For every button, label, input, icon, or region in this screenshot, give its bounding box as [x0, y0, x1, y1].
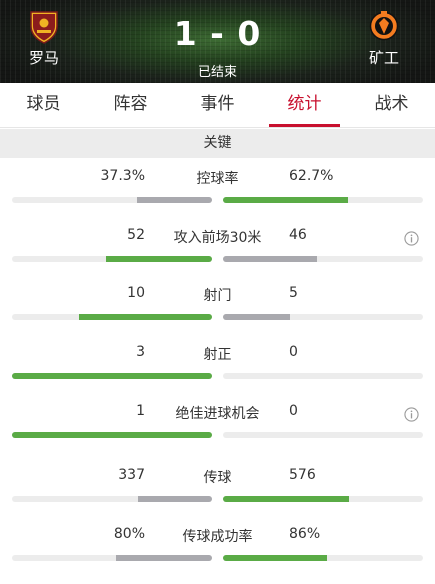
home-stat-bar-track: [12, 555, 212, 561]
stat-label: 射正: [203, 347, 232, 363]
stat-row: 80% 传球成功率 86%: [0, 518, 435, 576]
stat-row: 1 绝佳进球机会 0: [0, 395, 435, 453]
away-stat-bar-track: [223, 197, 423, 203]
stat-home-value: 1: [136, 403, 145, 419]
away-stat-bar-track: [223, 496, 423, 502]
home-stat-bar: [78, 314, 212, 320]
away-stat-bar-track: [223, 373, 423, 379]
home-stat-bar: [12, 373, 212, 379]
home-stat-bar: [106, 256, 212, 262]
away-team-name: 矿工: [368, 49, 399, 67]
stat-label: 控球率: [196, 171, 239, 187]
home-stat-bar-track: [12, 373, 212, 379]
tab-stats[interactable]: 统计: [261, 83, 348, 127]
stat-row: 3 射正 0: [0, 336, 435, 394]
tab-tactics[interactable]: 战术: [348, 83, 435, 127]
stat-away-value: 86%: [289, 526, 321, 542]
stat-row: 37.3% 控球率 62.7%: [0, 160, 435, 218]
shakhtar-crest-icon: [369, 11, 399, 41]
away-stat-bar: [223, 197, 349, 203]
info-icon[interactable]: [404, 231, 419, 246]
stat-away-value: 576: [289, 467, 316, 483]
home-stat-bar: [138, 496, 212, 502]
away-stat-bar-track: [223, 432, 423, 438]
stat-home-value: 3: [136, 344, 145, 360]
tab-bar: 球员 阵容 事件 统计 战术: [0, 83, 435, 128]
stat-label: 传球成功率: [182, 529, 253, 545]
stat-label: 传球: [203, 470, 232, 486]
stat-row: 337 传球 576: [0, 459, 435, 517]
stat-label: 射门: [203, 288, 232, 304]
stat-label: 绝佳进球机会: [175, 406, 260, 422]
tab-players[interactable]: 球员: [0, 83, 87, 127]
stat-away-value: 46: [289, 227, 307, 243]
stat-home-value: 52: [127, 227, 145, 243]
away-stat-bar: [223, 256, 317, 262]
info-icon[interactable]: [404, 407, 419, 422]
tab-events[interactable]: 事件: [174, 83, 261, 127]
home-stat-bar: [12, 432, 212, 438]
tab-lineup[interactable]: 阵容: [87, 83, 174, 127]
home-stat-bar-track: [12, 197, 212, 203]
stat-away-value: 5: [289, 285, 298, 301]
away-stat-bar: [223, 555, 327, 561]
stat-row: 52 攻入前场30米 46: [0, 219, 435, 277]
stat-away-value: 0: [289, 344, 298, 360]
stat-home-value: 10: [127, 285, 145, 301]
stat-away-value: 62.7%: [289, 168, 334, 184]
home-stat-bar: [137, 197, 212, 203]
home-stat-bar-track: [12, 432, 212, 438]
away-stat-bar-track: [223, 555, 423, 561]
away-stat-bar-track: [223, 314, 423, 320]
stat-row: 10 射门 5: [0, 277, 435, 335]
home-stat-bar-track: [12, 314, 212, 320]
match-header: 罗马 1 - 0 已结束 矿工: [0, 0, 435, 83]
home-stat-bar-track: [12, 496, 212, 502]
stat-home-value: 337: [118, 467, 145, 483]
away-team[interactable]: 矿工: [354, 10, 414, 68]
stat-away-value: 0: [289, 403, 298, 419]
section-title: 关键: [0, 129, 435, 158]
away-stat-bar: [223, 314, 290, 320]
stat-home-value: 80%: [113, 526, 145, 542]
stat-label: 攻入前场30米: [173, 230, 262, 246]
home-stat-bar: [116, 555, 212, 561]
home-stat-bar-track: [12, 256, 212, 262]
away-stat-bar-track: [223, 256, 423, 262]
stat-home-value: 37.3%: [100, 168, 145, 184]
away-stat-bar: [223, 496, 350, 502]
